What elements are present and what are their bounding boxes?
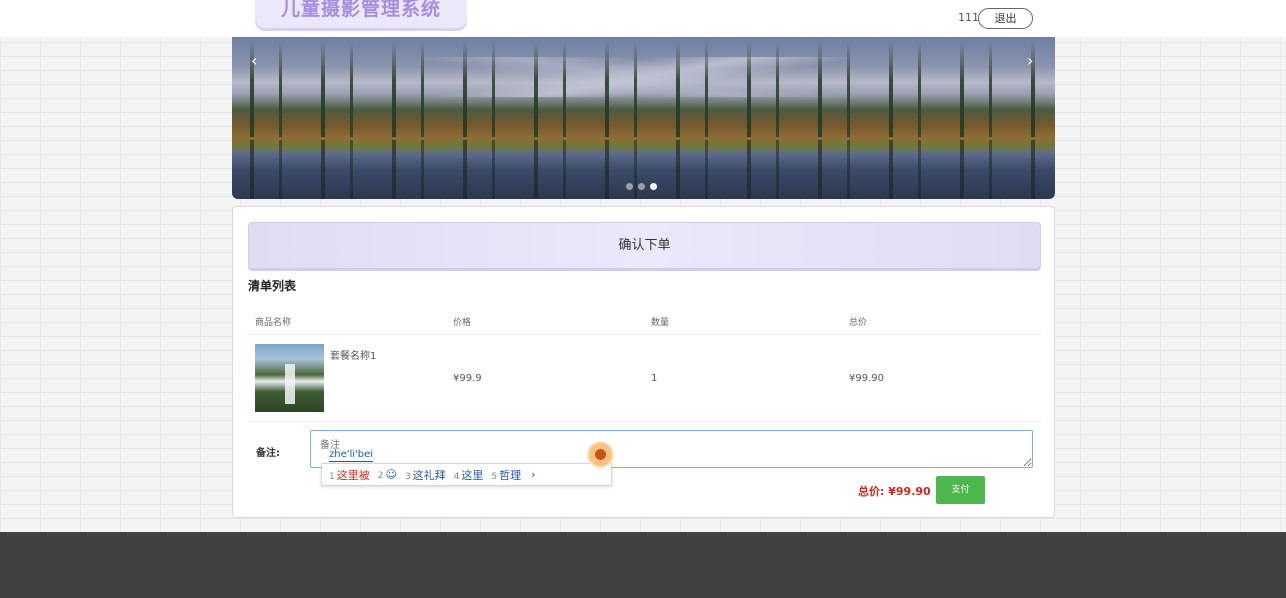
banner-carousel: ‹ › xyxy=(232,37,1055,199)
column-header-name: 商品名称 xyxy=(255,318,292,328)
banner-trees xyxy=(232,42,1055,137)
top-bar: 儿童摄影管理系统 111 退出 xyxy=(0,0,1286,37)
list-title: 清单列表 xyxy=(248,279,297,293)
carousel-dot[interactable] xyxy=(638,183,645,190)
thumbnail-waterfall xyxy=(285,364,295,404)
ime-candidate-number: 1 xyxy=(329,471,335,482)
ime-candidate[interactable]: 5 哲理 xyxy=(491,467,521,483)
ime-composition-text: zhe'li'bei xyxy=(329,449,374,462)
product-price: ¥99.9 xyxy=(453,373,482,384)
ime-candidate[interactable]: 1 这里被 xyxy=(329,467,370,483)
ime-candidate-number: 4 xyxy=(453,471,460,482)
ime-logo-icon[interactable] xyxy=(587,441,614,468)
ime-candidate-popup: 1 这里被 2 ☺ 3 这礼拜 4 这里 5 哲理 › xyxy=(321,463,612,486)
page-footer xyxy=(0,532,1286,598)
ime-candidate-number: 2 xyxy=(377,471,384,481)
product-thumbnail xyxy=(255,344,324,412)
product-quantity: 1 xyxy=(651,373,658,384)
table-row: 套餐名称1 ¥99.9 1 ¥99.90 xyxy=(248,335,1041,422)
order-title: 确认下单 xyxy=(248,222,1041,269)
ime-candidate[interactable]: 3 这礼拜 xyxy=(405,467,446,483)
ime-candidate-text: 这里 xyxy=(461,468,484,482)
carousel-prev-icon[interactable]: ‹ xyxy=(251,51,257,70)
ime-candidate-number: 5 xyxy=(491,471,498,482)
pay-button[interactable]: 支付 xyxy=(936,476,985,504)
ime-next-page-icon[interactable]: › xyxy=(531,468,535,481)
ime-candidate-text: 哲理 xyxy=(499,468,522,482)
table-header: 商品名称 价格 数量 总价 xyxy=(248,307,1041,335)
remark-label: 备注: xyxy=(256,448,280,459)
product-total: ¥99.90 xyxy=(849,373,884,384)
column-header-total: 总价 xyxy=(849,318,868,328)
ime-candidate-text: 这礼拜 xyxy=(412,468,446,482)
carousel-next-icon[interactable]: › xyxy=(1027,51,1033,70)
ime-candidate-number: 3 xyxy=(404,471,411,482)
banner-reflection xyxy=(232,140,1055,199)
ime-logo-mark xyxy=(595,449,606,460)
site-logo[interactable]: 儿童摄影管理系统 xyxy=(255,0,467,28)
carousel-dot[interactable] xyxy=(626,183,633,190)
ime-candidate[interactable]: 2 ☺ xyxy=(378,468,397,481)
column-header-price: 价格 xyxy=(453,318,472,328)
column-header-quantity: 数量 xyxy=(651,318,670,328)
product-name: 套餐名称1 xyxy=(330,351,377,362)
carousel-indicators xyxy=(626,183,657,190)
ime-candidate-text: 这里被 xyxy=(336,468,370,482)
ime-candidate-text: ☺ xyxy=(385,468,397,481)
logout-button[interactable]: 退出 xyxy=(978,8,1033,29)
carousel-dot-active[interactable] xyxy=(650,183,657,190)
user-name: 111 xyxy=(958,11,979,24)
order-total: 总价: ¥99.90 xyxy=(858,485,931,498)
order-table: 商品名称 价格 数量 总价 套餐名称1 ¥99.9 1 ¥99.90 xyxy=(248,307,1041,422)
ime-candidate[interactable]: 4 这里 xyxy=(454,467,484,483)
